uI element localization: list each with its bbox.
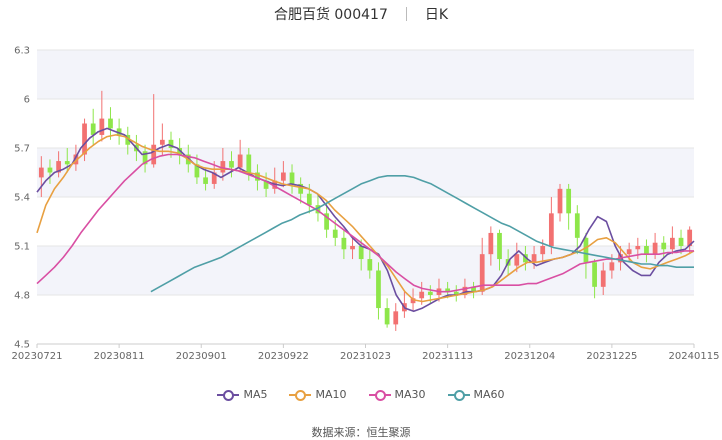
candle-body: [90, 123, 96, 135]
x-tick-label: 20230901: [176, 351, 227, 362]
candle-body: [514, 254, 520, 266]
candle-body: [220, 161, 226, 173]
x-tick-label: 20231204: [504, 351, 555, 362]
candle-body: [332, 229, 338, 238]
y-tick-label: 5.1: [14, 242, 30, 253]
candle-body: [540, 246, 546, 255]
candle-body: [237, 154, 243, 168]
x-tick-label: 20231113: [422, 351, 473, 362]
y-tick-label: 4.5: [14, 340, 30, 351]
candle-body: [652, 242, 658, 255]
legend-label: MA30: [394, 388, 426, 401]
x-tick-label: 20231225: [586, 351, 637, 362]
candle-body: [592, 262, 597, 287]
candle-body: [548, 213, 554, 246]
candle-body: [626, 249, 632, 255]
candle-body: [350, 246, 355, 250]
candle-body: [108, 118, 113, 129]
background-band: [37, 50, 694, 99]
candle-body: [557, 188, 563, 214]
candle-body: [376, 270, 381, 309]
legend-marker: [289, 389, 312, 401]
candle-body: [609, 262, 615, 271]
legend-marker: [447, 389, 470, 401]
candle-body: [427, 291, 433, 295]
candle-body: [635, 246, 641, 250]
legend-item-ma5[interactable]: MA5: [217, 388, 267, 401]
x-tick-label: 20230922: [258, 351, 309, 362]
candle-body: [419, 291, 425, 299]
candle-body: [159, 139, 165, 145]
y-tick-label: 4.8: [14, 291, 30, 302]
y-tick-label: 5.7: [14, 144, 30, 155]
x-tick-label: 20230721: [12, 351, 63, 362]
legend-item-ma10[interactable]: MA10: [289, 388, 347, 401]
legend-marker: [368, 389, 391, 401]
candle-body: [289, 172, 295, 184]
candle-body: [64, 161, 70, 165]
legend: MA5 MA10 MA30 MA60: [0, 388, 722, 401]
candle-body: [280, 172, 286, 181]
candlestick-chart: 4.5 4.8 5.1 5.4 5.7 6 6.3 20230721 20230811 20230…: [12, 46, 720, 363]
candle-body: [644, 246, 649, 255]
candle-body: [566, 188, 572, 214]
data-source: 数据来源：恒生聚源: [311, 426, 411, 439]
y-tick-label: 6.3: [14, 46, 30, 57]
x-tick-label: 20240115: [669, 351, 720, 362]
candle-body: [488, 232, 494, 255]
candle-body: [600, 270, 606, 287]
candle-body: [497, 232, 502, 260]
candle-body: [341, 237, 347, 250]
candle-body: [393, 311, 399, 325]
candle-body: [229, 161, 234, 168]
legend-label: MA60: [473, 388, 505, 401]
candle-body: [47, 167, 53, 173]
candle-body: [151, 144, 157, 165]
candle-body: [99, 118, 105, 135]
x-tick-label: 20231023: [340, 351, 391, 362]
candle-body: [367, 259, 373, 271]
y-tick-label: 6: [24, 95, 30, 106]
candle-body: [531, 254, 537, 263]
y-tick-label: 5.4: [14, 193, 30, 204]
candle-body: [661, 242, 667, 250]
legend-label: MA10: [315, 388, 347, 401]
candle-body: [678, 237, 684, 246]
candle-body: [670, 237, 675, 250]
candle-body: [583, 237, 589, 263]
candle-body: [38, 167, 44, 178]
candle-body: [246, 154, 252, 173]
legend-item-ma30[interactable]: MA30: [368, 388, 426, 401]
candle-body: [574, 213, 580, 238]
legend-marker: [217, 389, 240, 401]
candle-body: [384, 308, 390, 325]
x-tick-label: 20230811: [94, 351, 145, 362]
legend-label: MA5: [243, 388, 268, 401]
background-band: [37, 148, 694, 197]
candle-body: [358, 246, 364, 260]
candle-body: [306, 193, 312, 206]
legend-item-ma60[interactable]: MA60: [447, 388, 505, 401]
candle-body: [203, 177, 208, 184]
candle-body: [82, 123, 87, 155]
